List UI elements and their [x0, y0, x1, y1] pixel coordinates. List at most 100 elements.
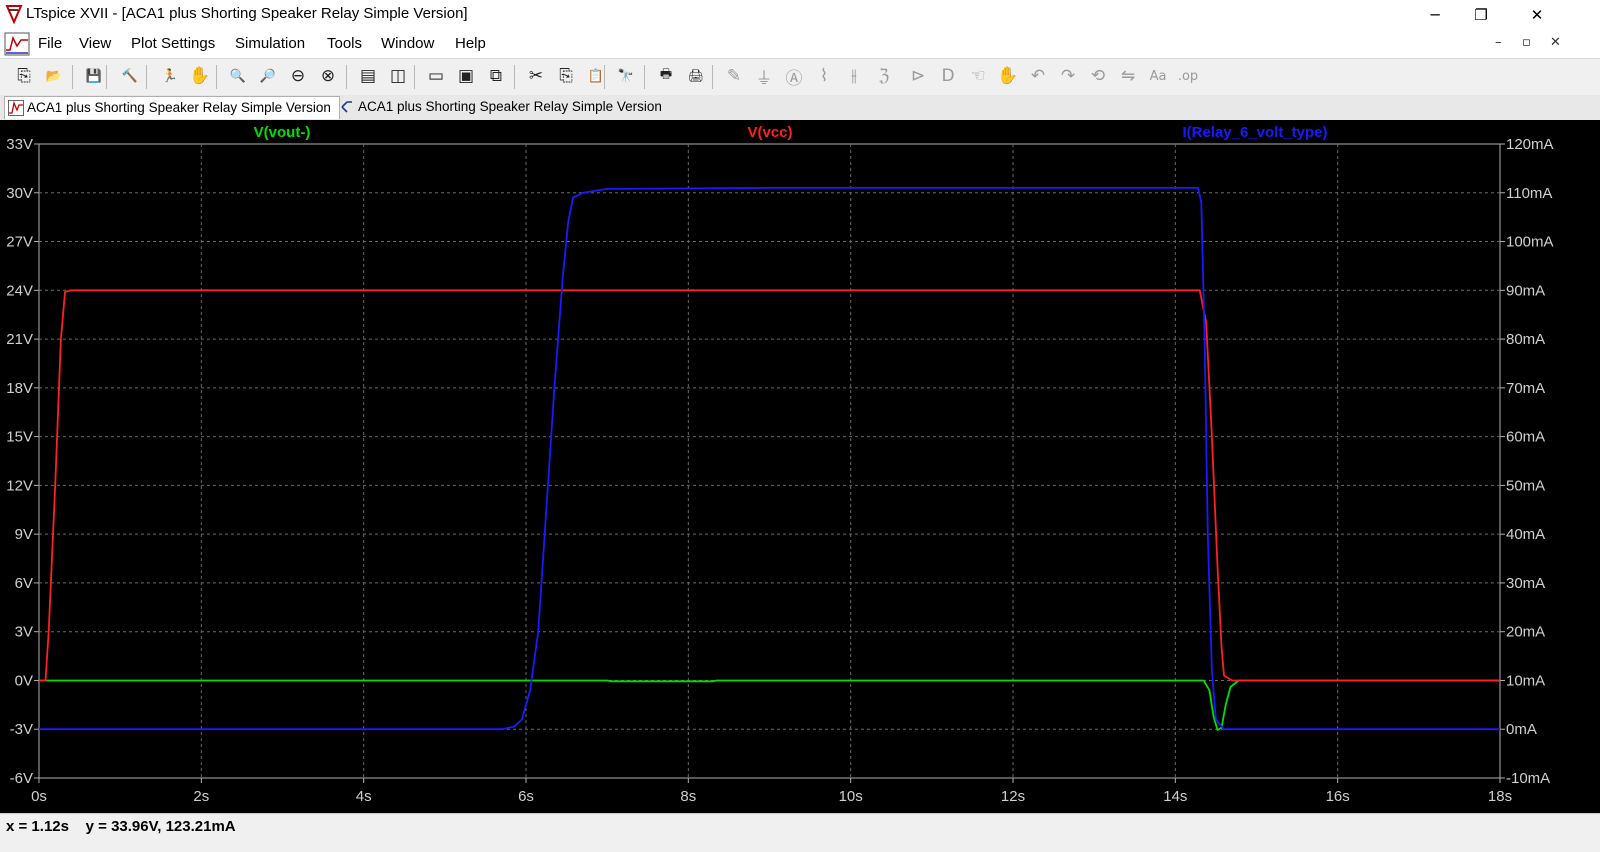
print-icon[interactable]: 🖨	[684, 64, 708, 88]
find-icon[interactable]: 🔭	[614, 64, 638, 88]
x-tick-label: 16s	[1326, 788, 1350, 805]
menu-bar: File View Plot Settings Simulation Tools…	[0, 30, 1600, 58]
waveform-window-icon[interactable]	[4, 32, 30, 56]
y-right-tick-label: 60mA	[1506, 429, 1545, 446]
y-right-tick-label: 20mA	[1506, 624, 1545, 641]
tab-waveform[interactable]: ACA1 plus Shorting Speaker Relay Simple …	[4, 96, 340, 119]
y-left-tick-label: 27V	[6, 234, 33, 251]
resistor-icon[interactable]: ⌇	[812, 64, 836, 88]
y-left-tick-label: 6V	[15, 575, 33, 592]
tab-schematic-label: ACA1 plus Shorting Speaker Relay Simple …	[358, 99, 662, 114]
pan-icon[interactable]: 🔎	[256, 64, 280, 88]
toolbar-separator	[346, 65, 347, 89]
y-right-tick-label: 100mA	[1506, 234, 1554, 251]
toolbar-separator	[146, 65, 147, 89]
status-bar: x = 1.12s y = 33.96V, 123.21mA	[0, 813, 1600, 852]
toolbar-separator	[72, 65, 73, 89]
y-left-tick-label: 15V	[6, 429, 33, 446]
trace-label-1[interactable]: V(vcc)	[747, 124, 792, 141]
window-title: LTspice XVII - [ACA1 plus Shorting Speak…	[26, 5, 468, 22]
toolbar-separator	[514, 65, 515, 89]
minimize-button[interactable]: ─	[1412, 0, 1458, 30]
control-panel-icon[interactable]: 🔨	[118, 64, 142, 88]
close-button[interactable]: ✕	[1514, 0, 1560, 30]
label-icon[interactable]: Ⓐ	[782, 64, 806, 89]
x-tick-label: 6s	[518, 788, 534, 805]
y-left-tick-label: -6V	[10, 770, 33, 787]
mdi-close-button[interactable]: ✕	[1550, 35, 1561, 50]
close-windows-icon[interactable]: ⧉	[484, 64, 508, 88]
y-right-tick-label: 10mA	[1506, 672, 1545, 689]
waveform-viewer[interactable]: 0s 2s 4s 6s 8s 10s 12s 14s 16s 18s 33V 30V 27V 24V 21V…	[0, 120, 1600, 813]
y-left-tick-label: 33V	[6, 136, 33, 153]
toolbar-separator	[604, 65, 605, 89]
y-left-tick-label: -3V	[10, 721, 33, 738]
cascade-icon[interactable]: ▣	[454, 64, 478, 88]
text-icon[interactable]: Aa	[1146, 64, 1170, 88]
y-left-tick-label: 21V	[6, 331, 33, 348]
cursor-icon[interactable]: ◫	[386, 64, 410, 88]
tile-horizontal-icon[interactable]: ▭	[424, 64, 448, 88]
y-right-tick-label: 0mA	[1506, 721, 1537, 738]
inductor-icon[interactable]: ℨ	[872, 64, 896, 88]
toolbar-separator	[216, 65, 217, 89]
ltspice-app-icon[interactable]	[5, 4, 23, 24]
toolbar-separator	[414, 65, 415, 89]
waveform-plot[interactable]: 0s 2s 4s 6s 8s 10s 12s 14s 16s 18s 33V 30V 27V 24V 21V…	[0, 120, 1600, 813]
schematic-icon	[341, 101, 352, 113]
x-tick-label: 0s	[31, 788, 47, 805]
y-right-tick-label: 70mA	[1506, 380, 1545, 397]
y-left-tick-label: 3V	[15, 624, 33, 641]
mdi-restore-button[interactable]: ▫	[1522, 35, 1531, 50]
zoom-fit-icon[interactable]: ⊗	[316, 64, 340, 88]
trace-label-0[interactable]: V(vout-)	[254, 124, 311, 141]
zoom-back-icon[interactable]: ⊖	[286, 64, 310, 88]
open-icon[interactable]: 📂	[42, 64, 66, 88]
menu-tools[interactable]: Tools	[327, 35, 362, 52]
x-tick-label: 10s	[839, 788, 863, 805]
ground-icon[interactable]: ⏚	[752, 64, 776, 89]
y-left-tick-label: 24V	[6, 282, 33, 299]
x-tick-label: 4s	[356, 788, 372, 805]
halt-icon[interactable]: ✋	[188, 64, 212, 88]
y-left-tick-label: 0V	[15, 672, 33, 689]
mirror-icon[interactable]: ⇋	[1116, 64, 1140, 88]
cut-icon[interactable]: ✂	[524, 64, 548, 88]
rotate-icon[interactable]: ⟲	[1086, 64, 1110, 88]
drag-icon[interactable]: ✋	[996, 64, 1020, 88]
run-icon[interactable]: 🏃	[158, 64, 182, 88]
tab-schematic[interactable]: ACA1 plus Shorting Speaker Relay Simple …	[336, 96, 670, 118]
trace-0	[39, 679, 1500, 731]
y-right-tick-label: 90mA	[1506, 282, 1545, 299]
y-right-tick-label: -10mA	[1506, 770, 1550, 787]
menu-plot-settings[interactable]: Plot Settings	[131, 35, 215, 52]
zoom-area-icon[interactable]: 🔍	[226, 64, 250, 88]
maximize-button[interactable]: ❐	[1458, 0, 1504, 30]
component-icon[interactable]: D	[936, 64, 960, 88]
menu-view[interactable]: View	[79, 35, 111, 52]
menu-window[interactable]: Window	[381, 35, 434, 52]
diode-icon[interactable]: ⊳	[906, 64, 930, 88]
autorange-icon[interactable]: ▤	[356, 64, 380, 88]
y-left-tick-label: 30V	[6, 185, 33, 202]
menu-help[interactable]: Help	[455, 35, 486, 52]
y-right-tick-label: 50mA	[1506, 477, 1545, 494]
wire-icon[interactable]: ✎	[722, 64, 746, 88]
undo-icon[interactable]: ↶	[1026, 64, 1050, 88]
save-icon[interactable]: 💾	[82, 64, 106, 88]
document-tab-bar: ACA1 plus Shorting Speaker Relay Simple …	[0, 95, 1600, 120]
new-schematic-icon[interactable]: ⎘	[12, 64, 36, 88]
move-icon[interactable]: ☜	[966, 64, 990, 88]
redo-icon[interactable]: ↷	[1056, 64, 1080, 88]
mdi-minimize-button[interactable]: –	[1495, 35, 1502, 50]
print-preview-icon[interactable]: 🖶	[654, 64, 678, 88]
x-tick-label: 18s	[1488, 788, 1512, 805]
waveform-icon	[8, 100, 24, 116]
y-right-tick-label: 120mA	[1506, 136, 1554, 153]
capacitor-icon[interactable]: ⫲	[842, 64, 866, 88]
trace-label-2[interactable]: I(Relay_6_volt_type)	[1182, 124, 1327, 141]
menu-file[interactable]: File	[38, 35, 62, 52]
menu-simulation[interactable]: Simulation	[235, 35, 305, 52]
copy-icon[interactable]: ⎘	[554, 64, 578, 88]
spice-directive-icon[interactable]: .op	[1176, 64, 1200, 88]
